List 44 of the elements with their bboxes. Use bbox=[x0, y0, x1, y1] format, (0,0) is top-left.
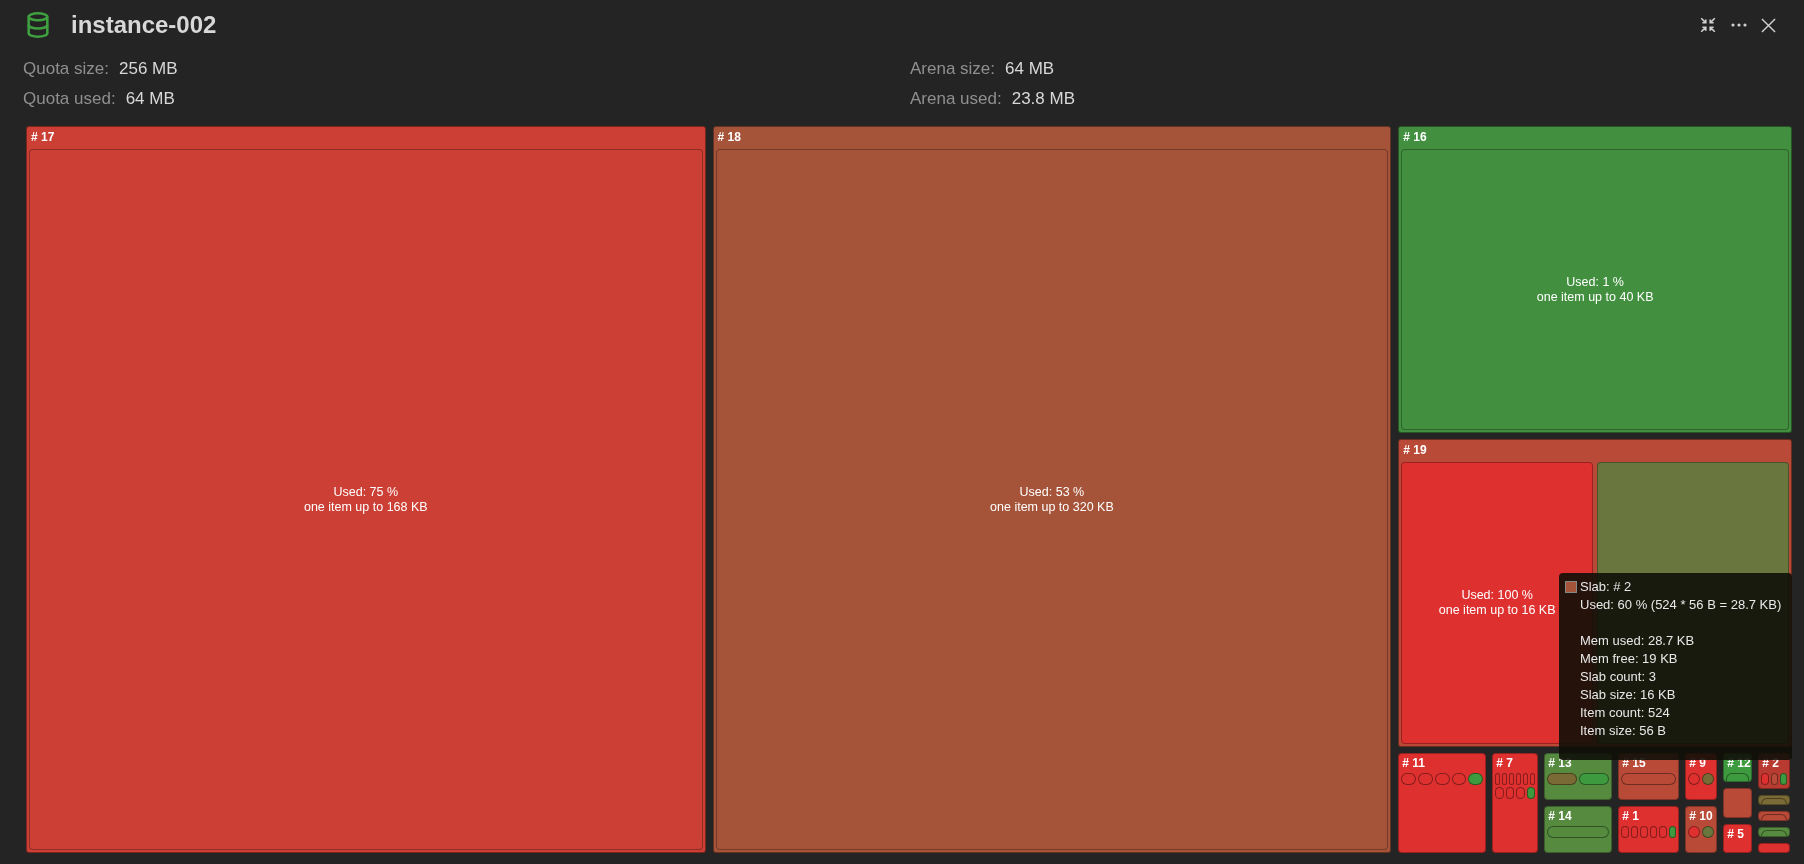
stat-label: Quota size: bbox=[23, 58, 109, 80]
close-icon[interactable] bbox=[1761, 17, 1776, 33]
used-text: Used: 75 % bbox=[333, 484, 399, 500]
block-label: # 19 bbox=[1402, 442, 1427, 459]
block-label: # 9 bbox=[1688, 756, 1706, 772]
block-label: # 17 bbox=[30, 129, 55, 146]
block-label: # 2 bbox=[1761, 756, 1779, 772]
used-text: Used: 53 % bbox=[1019, 484, 1085, 500]
stat-label: Arena used: bbox=[910, 87, 1002, 110]
stat-value: 64 MB bbox=[1005, 58, 1055, 80]
block-label: # 14 bbox=[1547, 809, 1572, 825]
block-label: # 5 bbox=[1726, 826, 1744, 843]
block-label: # 12 bbox=[1726, 756, 1751, 772]
item-size-text: one item up to 168 KB bbox=[303, 499, 428, 515]
window-title: instance-002 bbox=[71, 10, 217, 40]
tooltip-title: Slab: # 2 bbox=[1580, 578, 1632, 596]
block-label: # 1 bbox=[1621, 809, 1639, 825]
tooltip-detail: Mem free: 19 KB bbox=[1579, 650, 1679, 668]
block-label: # 18 bbox=[716, 129, 741, 146]
tooltip-detail: Slab size: 16 KB bbox=[1579, 686, 1677, 704]
more-icon[interactable] bbox=[1731, 23, 1747, 27]
item-size-text: one item up to 40 KB bbox=[1536, 289, 1654, 305]
item-size-text: one item up to 16 KB bbox=[1438, 603, 1556, 618]
block-label: # 10 bbox=[1688, 809, 1713, 825]
stat-value: 64 MB bbox=[125, 87, 175, 110]
block-label: # 16 bbox=[1402, 129, 1427, 146]
block-label: # 15 bbox=[1621, 756, 1646, 772]
collapse-icon[interactable] bbox=[1699, 16, 1717, 34]
stat-value: 256 MB bbox=[119, 58, 178, 80]
database-icon bbox=[24, 11, 52, 39]
item-size-text: one item up to 320 KB bbox=[990, 499, 1114, 515]
stat-label: Arena size: bbox=[910, 58, 996, 80]
block-label: # 7 bbox=[1495, 756, 1513, 772]
tooltip-detail: Item count: 524 bbox=[1579, 704, 1671, 722]
tooltip-used: Used: 60 % (524 * 56 B = 28.7 KB) bbox=[1579, 596, 1783, 614]
tooltip-detail: Item size: 56 B bbox=[1579, 722, 1667, 740]
tooltip-detail: Slab count: 3 bbox=[1579, 668, 1657, 686]
stat-label: Quota used: bbox=[23, 87, 116, 110]
used-text: Used: 1 % bbox=[1566, 274, 1624, 290]
stat-value: 23.8 MB bbox=[1011, 87, 1075, 110]
tooltip-detail: Mem used: 28.7 KB bbox=[1579, 632, 1696, 650]
block-label: # 13 bbox=[1547, 756, 1572, 772]
used-text: Used: 100 % bbox=[1461, 588, 1533, 603]
block-label: # 11 bbox=[1401, 756, 1425, 772]
